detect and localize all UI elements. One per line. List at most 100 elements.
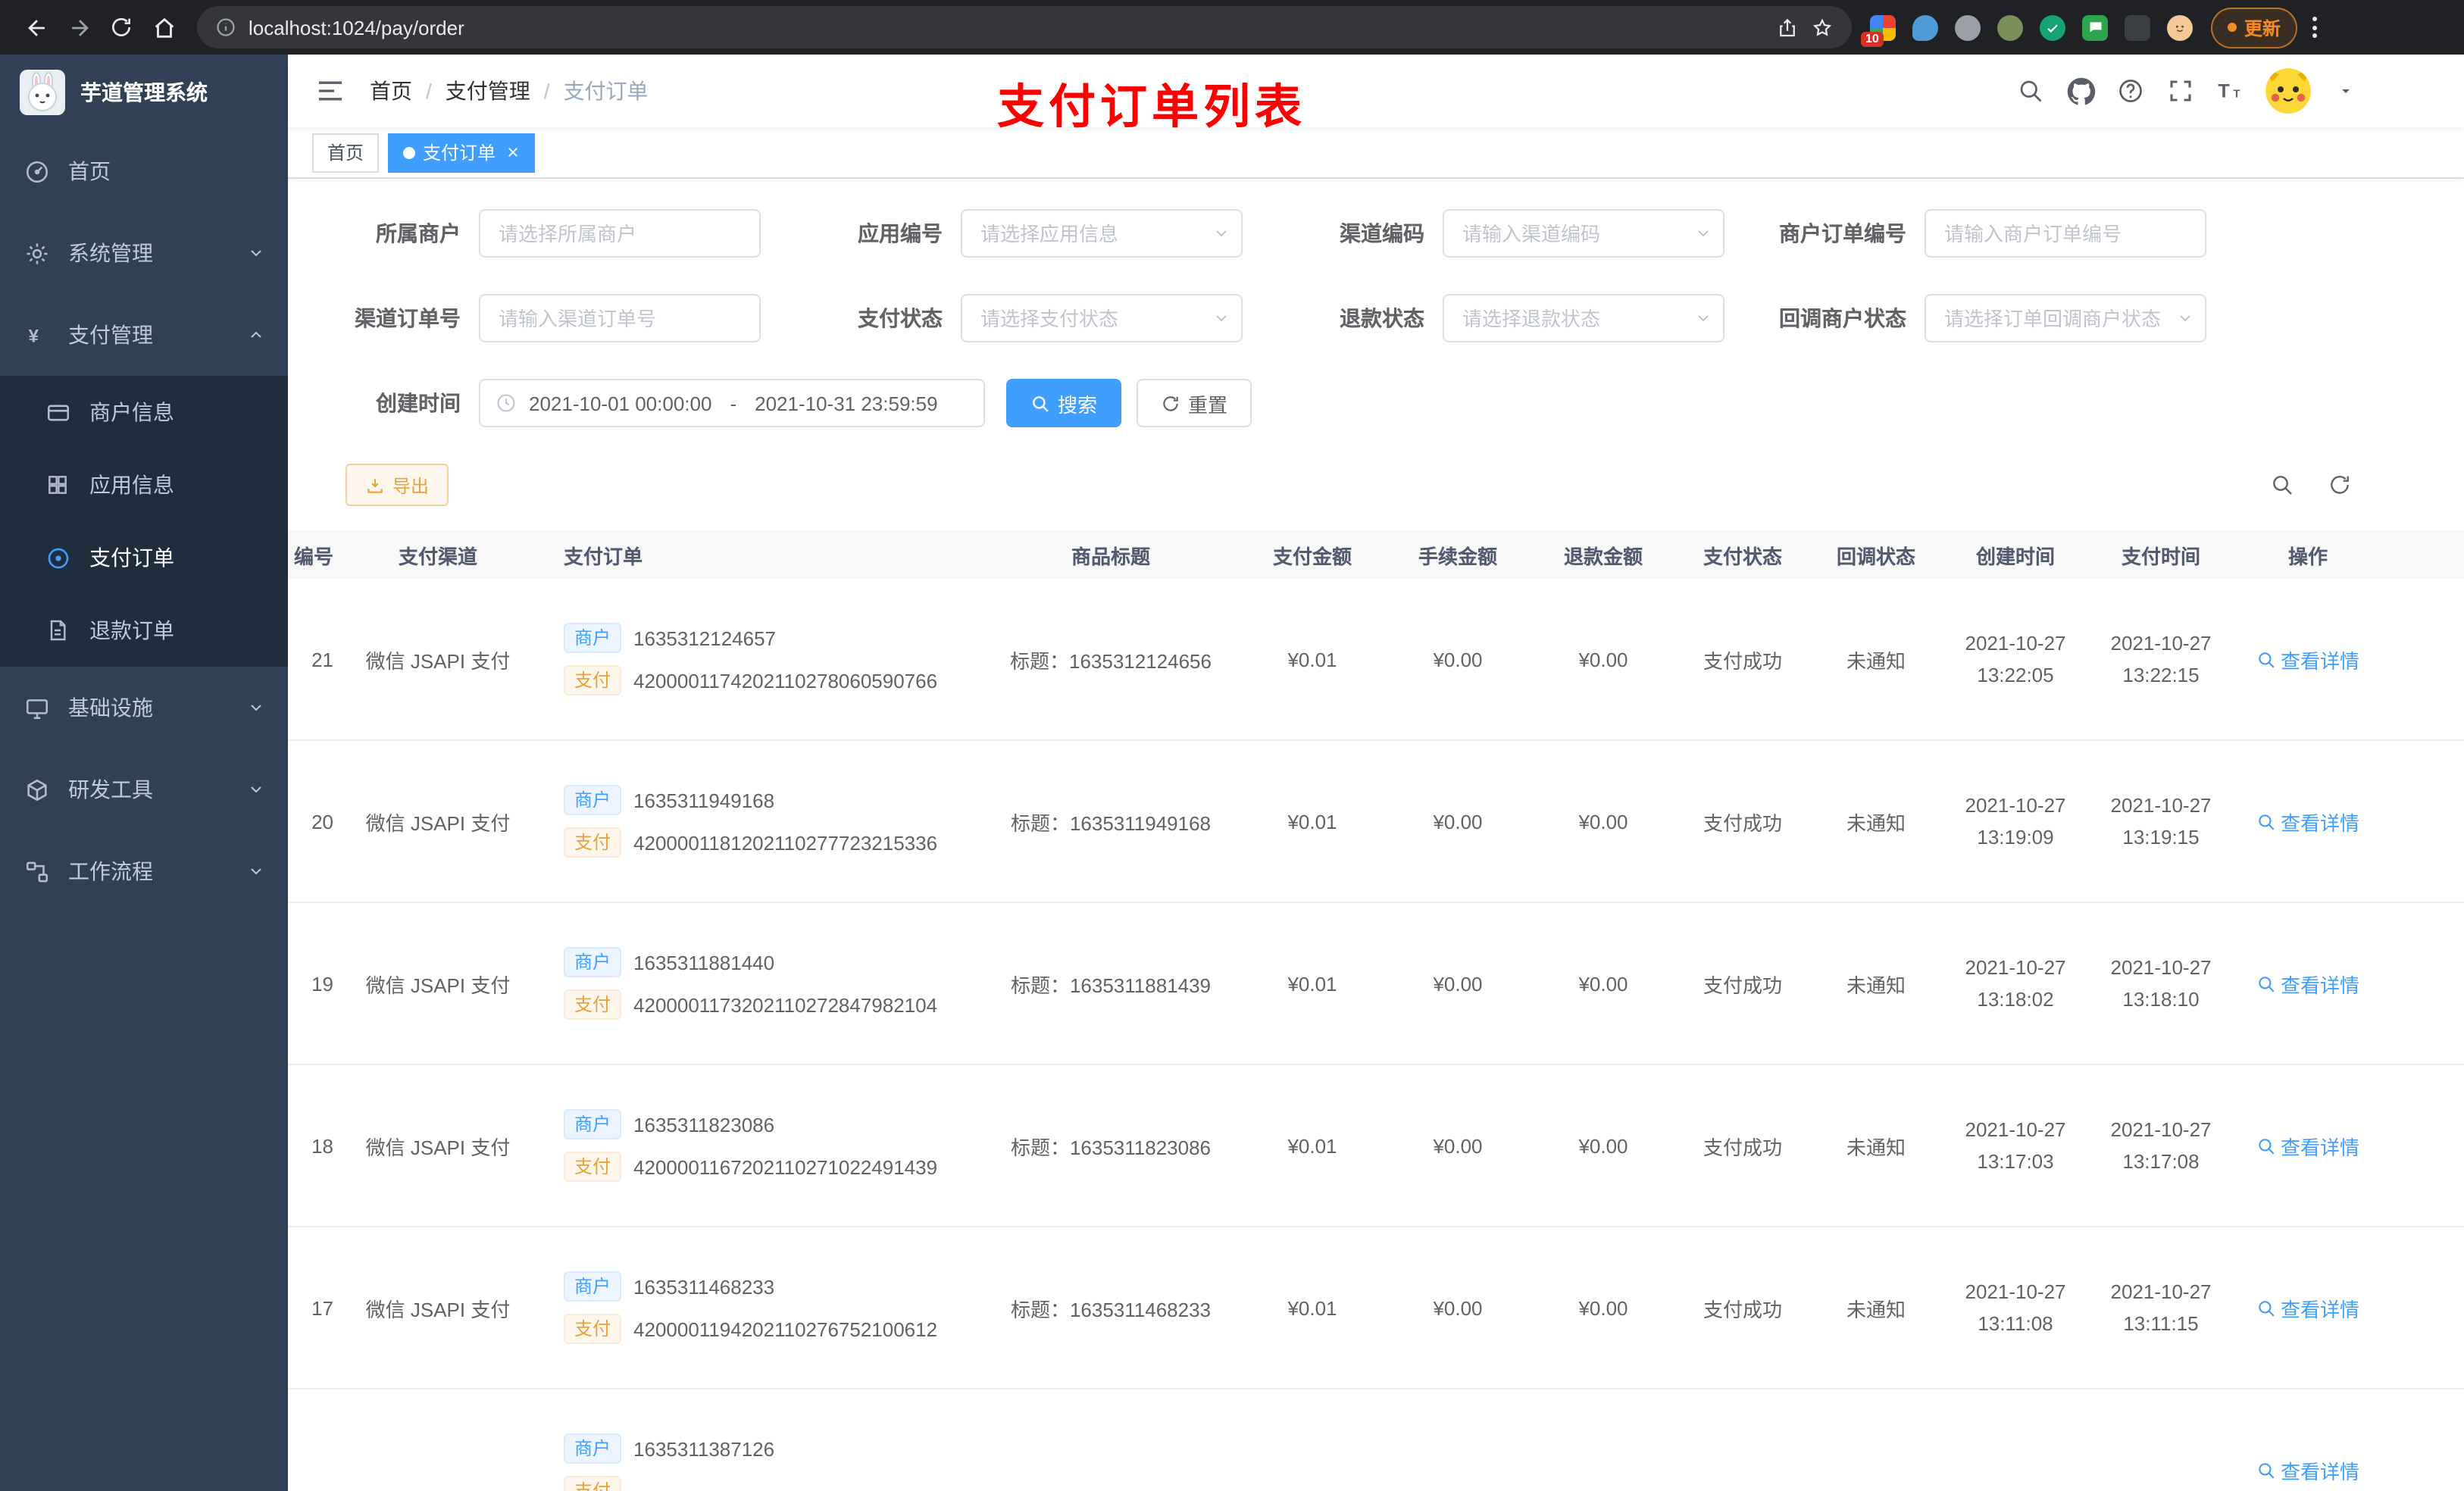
browser-forward-button[interactable]: [58, 6, 100, 48]
cell-notify-status: 未通知: [1846, 1136, 1906, 1158]
sidebar-item-workflow[interactable]: 工作流程: [0, 830, 288, 912]
clock-icon: [497, 394, 515, 412]
cell-operations: 查看详情: [2234, 645, 2464, 674]
share-icon[interactable]: [1776, 16, 1799, 39]
filter-label-channel-code: 渠道编码: [1340, 221, 1424, 245]
merchant-order-no: 1635312124657: [633, 627, 777, 649]
extension-icon-olive[interactable]: [1997, 14, 2023, 40]
cell-notify-status: 未通知: [1846, 649, 1906, 672]
table-toolbar: 导出: [288, 464, 2464, 506]
pay-status-select[interactable]: [961, 294, 1243, 342]
cell-id: 17: [311, 1296, 333, 1319]
extension-icon-gray[interactable]: [1955, 14, 1981, 40]
tags-view-bar: 首页 支付订单: [288, 127, 2464, 179]
merchant-select-input[interactable]: [479, 209, 761, 258]
yen-icon: ¥: [23, 321, 50, 349]
breadcrumb-payment[interactable]: 支付管理: [446, 76, 530, 106]
sidebar-item-label: 研发工具: [68, 777, 153, 802]
create-time-range-picker[interactable]: 2021-10-01 00:00:00 - 2021-10-31 23:59:5…: [479, 379, 985, 427]
sidebar-item-payment[interactable]: ¥ 支付管理: [0, 294, 288, 376]
tab-pay-order[interactable]: 支付订单: [388, 133, 536, 172]
col-header-operations: 操作: [2287, 545, 2328, 567]
bookmark-star-icon[interactable]: [1811, 16, 1834, 39]
sidebar-item-merchant-info[interactable]: 商户信息: [0, 376, 288, 449]
merchant-badge: 商户: [564, 1271, 622, 1302]
sidebar-item-infra[interactable]: 基础设施: [0, 667, 288, 749]
notify-status-select[interactable]: [1925, 294, 2206, 342]
sidebar-item-dev-tools[interactable]: 研发工具: [0, 749, 288, 830]
chevron-down-icon: [247, 780, 265, 799]
back-arrow-icon: [27, 19, 44, 36]
site-info-icon[interactable]: [215, 17, 236, 38]
browser-reload-button[interactable]: [100, 6, 142, 48]
cell-pay-order: 商户 1635311881440 支付 42000011732021102728…: [527, 947, 982, 1020]
filter-label-create-time: 创建时间: [376, 391, 461, 415]
sidebar-item-pay-order[interactable]: 支付订单: [0, 521, 288, 594]
search-icon[interactable]: [2015, 76, 2046, 106]
top-navbar: 首页 / 支付管理 / 支付订单 支付订单列表 T T: [288, 55, 2464, 133]
cell-pay-time: 2021-10-27 13:17:08: [2110, 1118, 2212, 1173]
view-detail-link[interactable]: 查看详情: [2256, 1455, 2359, 1484]
sidebar-item-home[interactable]: 首页: [0, 130, 288, 212]
search-button[interactable]: 搜索: [1006, 379, 1122, 427]
channel-order-no-input[interactable]: [479, 294, 761, 342]
flow-icon: [23, 858, 50, 885]
reset-button[interactable]: 重置: [1137, 379, 1252, 427]
export-button[interactable]: 导出: [346, 464, 449, 506]
cell-pay-time: 2021-10-27 13:19:15: [2110, 794, 2212, 849]
extension-icon-check[interactable]: [2040, 14, 2065, 40]
sidebar-item-system[interactable]: 系统管理: [0, 212, 288, 294]
sidebar-logo[interactable]: 芋道管理系统: [0, 55, 288, 130]
cell-operations: 查看详情: [2234, 1455, 2464, 1484]
breadcrumb-home[interactable]: 首页: [370, 76, 412, 106]
view-detail-link[interactable]: 查看详情: [2256, 1293, 2359, 1322]
app-id-select[interactable]: [961, 209, 1243, 258]
channel-pay-no: 4200001167202110271022491439: [633, 1155, 938, 1178]
magnifier-icon: [2259, 1300, 2275, 1316]
merchant-order-no-input[interactable]: [1925, 209, 2206, 258]
refund-status-select[interactable]: [1443, 294, 1724, 342]
help-icon[interactable]: [2115, 76, 2146, 106]
browser-home-button[interactable]: [142, 6, 185, 48]
extension-icon-dark-puzzle[interactable]: [2125, 14, 2150, 40]
browser-menu-button[interactable]: [2303, 8, 2326, 47]
page-body: 所属商户 应用编号: [288, 179, 2464, 1491]
avatar[interactable]: [2265, 68, 2311, 114]
sidebar-item-refund-order[interactable]: 退款订单: [0, 594, 288, 667]
cell-refund-amount: ¥0.00: [1578, 1134, 1628, 1157]
font-size-icon[interactable]: TT: [2215, 76, 2246, 106]
view-detail-link[interactable]: 查看详情: [2256, 645, 2359, 674]
browser-back-button[interactable]: [15, 6, 58, 48]
extension-icon-blue[interactable]: [1912, 14, 1938, 40]
github-icon[interactable]: [2065, 76, 2096, 106]
close-icon[interactable]: [506, 145, 520, 159]
pay-badge: 支付: [564, 827, 622, 858]
cell-pay-order: 商户 1635311468233 支付 42000011942021102767…: [527, 1271, 982, 1344]
extension-icon-chat[interactable]: [2082, 14, 2108, 40]
address-bar[interactable]: localhost:1024/pay/order: [197, 6, 1852, 48]
caret-down-icon[interactable]: [2331, 76, 2361, 106]
cell-pay-amount: ¥0.01: [1287, 972, 1337, 995]
table-row: 19 微信 JSAPI 支付 商户 1635311881440 支付 42000…: [288, 903, 2464, 1065]
refresh-table-icon[interactable]: [2328, 473, 2352, 497]
fullscreen-icon[interactable]: [2165, 76, 2196, 106]
cell-create-time: 2021-10-27 13:18:02: [1965, 956, 2066, 1011]
profile-memoji-icon[interactable]: [2167, 14, 2193, 40]
app-title: 芋道管理系统: [80, 80, 208, 105]
sidebar-toggle-button[interactable]: [303, 64, 358, 118]
tab-label: 首页: [327, 142, 364, 164]
sidebar-item-app-info[interactable]: 应用信息: [0, 449, 288, 521]
toggle-search-icon[interactable]: [2270, 473, 2294, 497]
magnifier-icon: [1033, 395, 1049, 411]
view-detail-link[interactable]: 查看详情: [2256, 807, 2359, 836]
browser-update-button[interactable]: 更新: [2211, 7, 2298, 48]
channel-code-select[interactable]: [1443, 209, 1724, 258]
browser-extensions-area: 10: [1861, 14, 2193, 46]
extensions-puzzle-icon[interactable]: 10: [1861, 14, 1896, 46]
date-end-value: 2021-10-31 23:59:59: [755, 392, 938, 414]
cell-pay-status: 支付成功: [1703, 974, 1782, 996]
cell-create-time: 2021-10-27 13:19:09: [1965, 794, 2066, 849]
view-detail-link[interactable]: 查看详情: [2256, 1131, 2359, 1160]
tab-home[interactable]: 首页: [312, 133, 380, 172]
view-detail-link[interactable]: 查看详情: [2256, 969, 2359, 998]
